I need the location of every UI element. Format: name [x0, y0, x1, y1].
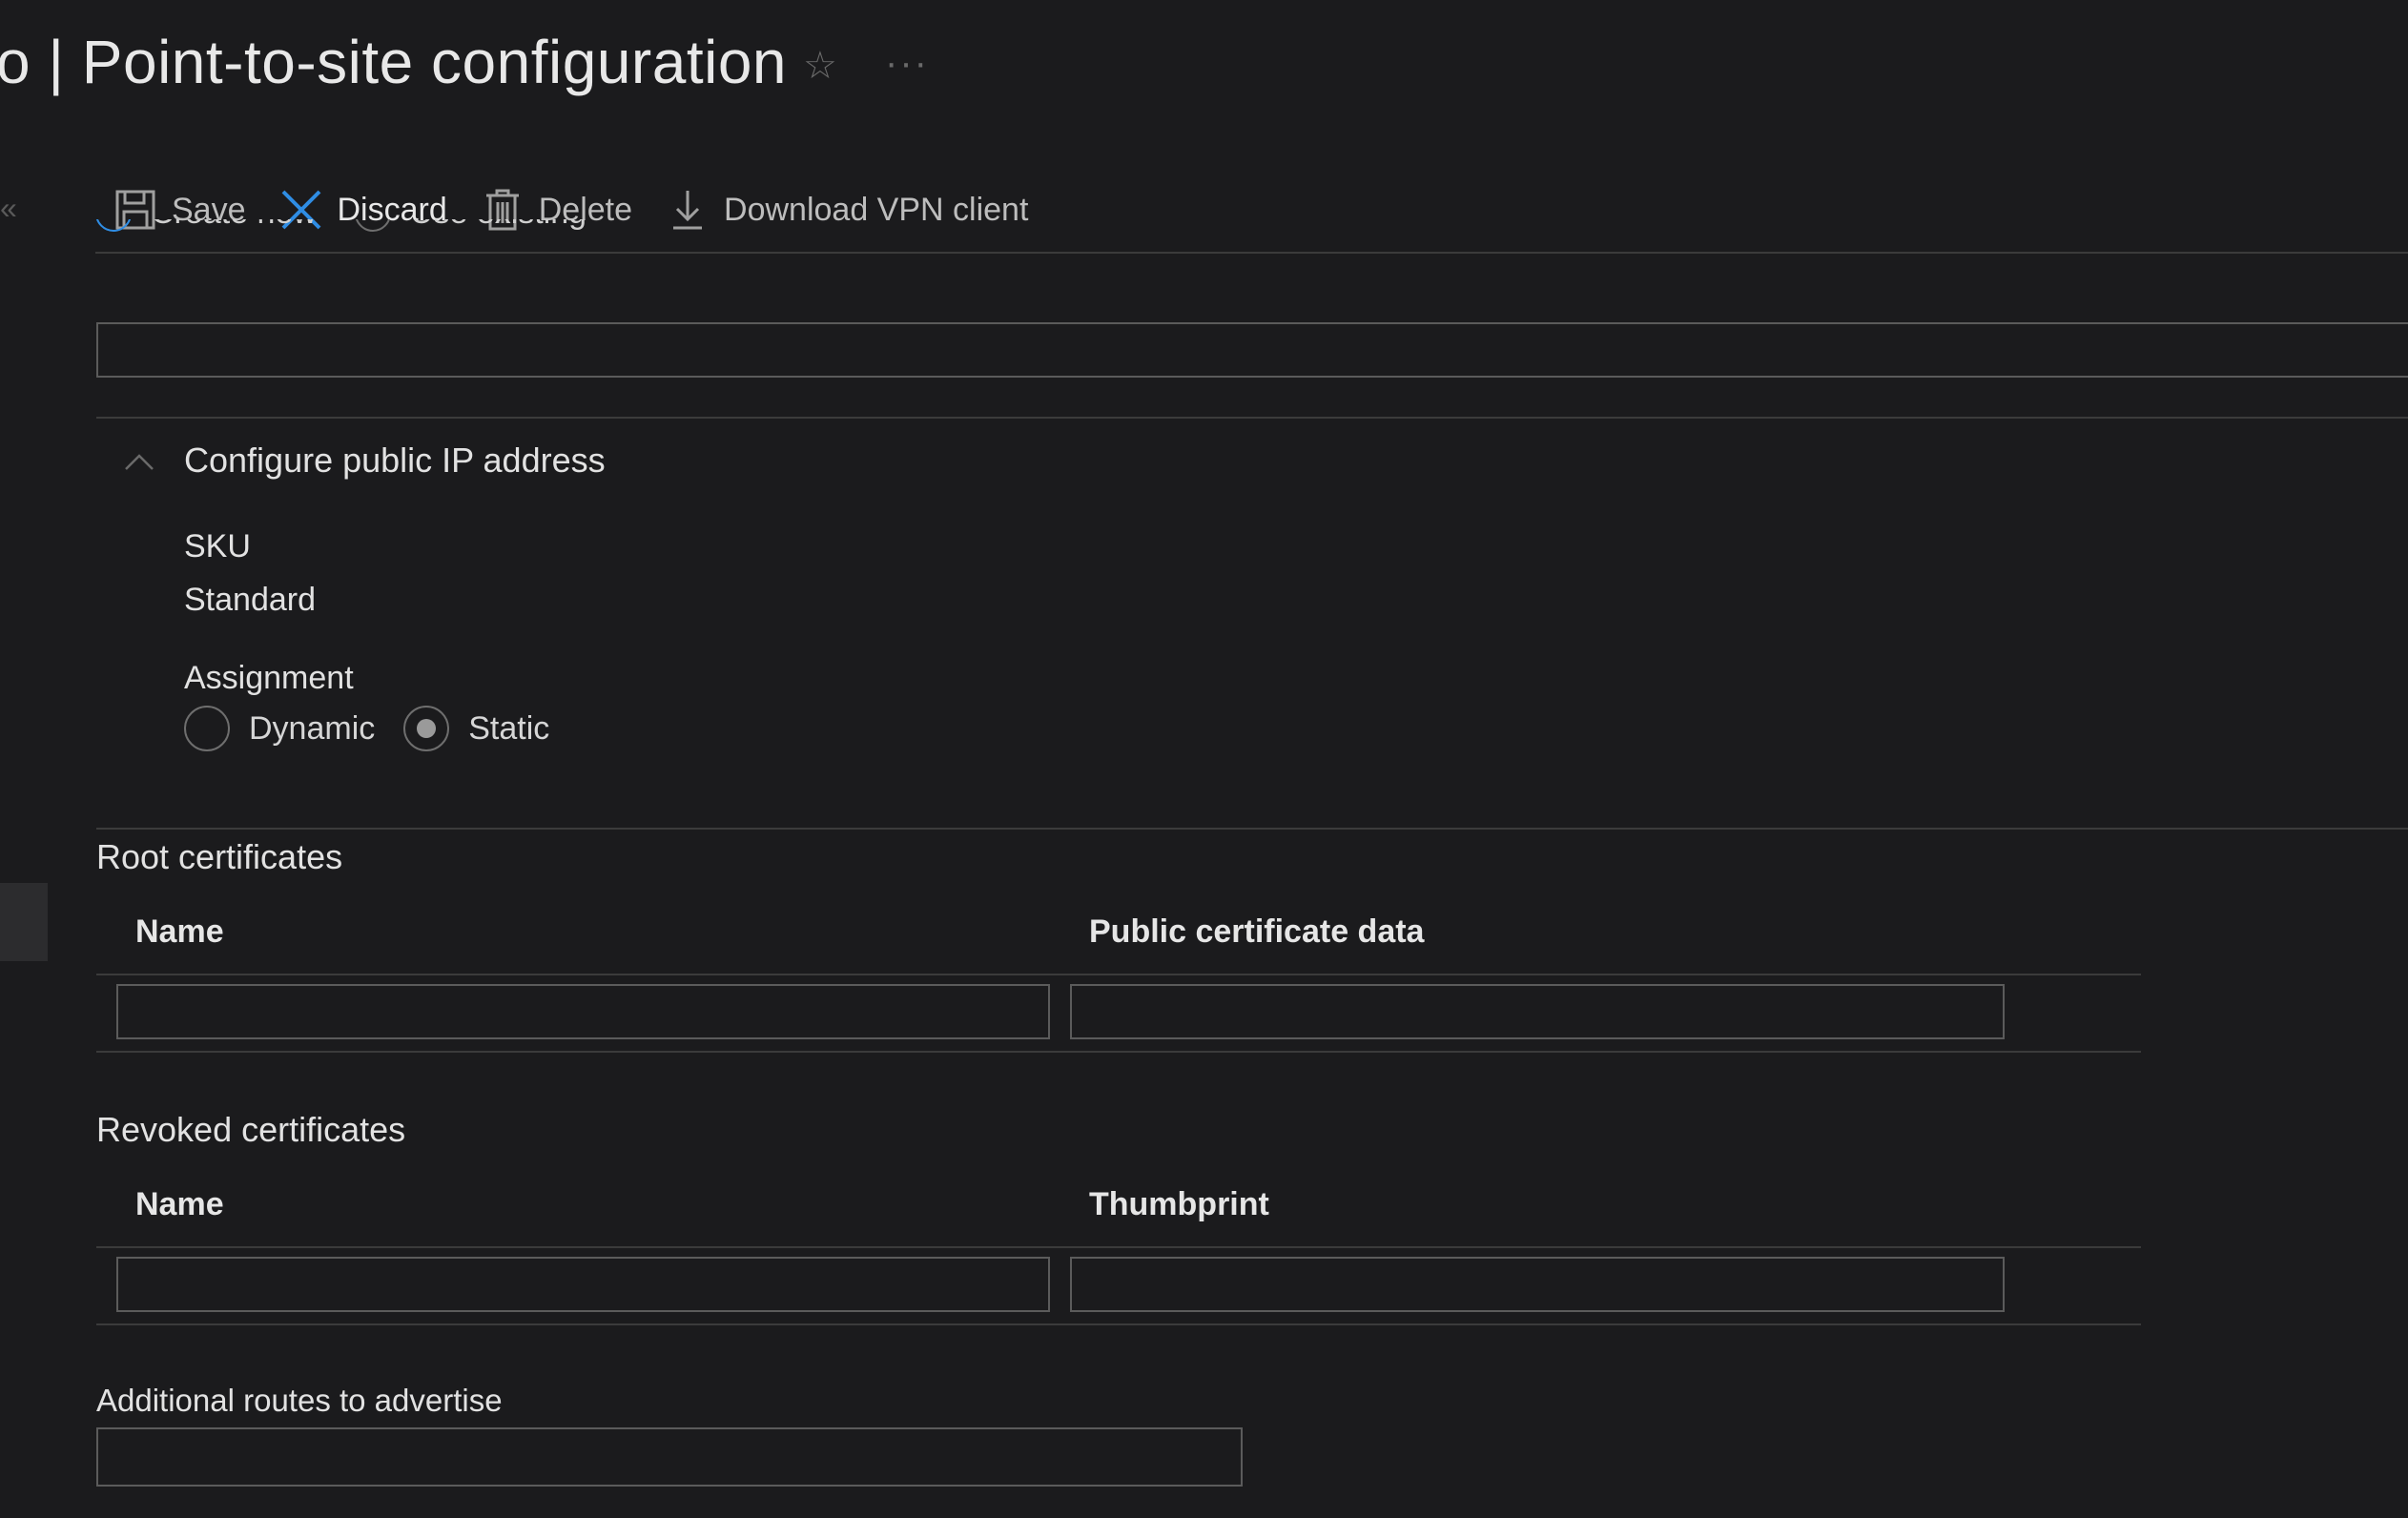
dynamic-label: Dynamic — [249, 709, 376, 747]
use-existing-label: Use existing — [410, 219, 587, 232]
create-new-radio[interactable] — [95, 219, 132, 232]
sku-value: Standard — [184, 582, 316, 618]
static-radio[interactable] — [403, 706, 450, 751]
root-cert-data-header: Public certificate data — [1089, 913, 1425, 950]
assignment-radio-group: Dynamic Static — [184, 706, 578, 751]
table-header-divider — [96, 1246, 2141, 1248]
revoked-cert-name-header: Name — [135, 1186, 224, 1222]
configure-public-ip-heading[interactable]: Configure public IP address — [184, 441, 606, 481]
public-ip-choice: Create new Use existing — [95, 219, 763, 252]
revoked-cert-name-input[interactable] — [116, 1257, 1050, 1312]
sku-label: SKU — [184, 528, 251, 564]
more-options-icon[interactable]: ··· — [885, 42, 929, 85]
assignment-dynamic-option[interactable]: Dynamic — [184, 706, 375, 751]
download-label: Download VPN client — [724, 191, 1029, 228]
root-cert-name-header: Name — [135, 913, 224, 950]
divider — [96, 417, 2408, 419]
root-cert-data-input[interactable] — [1070, 984, 2005, 1039]
create-new-label: Create new — [151, 219, 317, 232]
table-row-divider — [96, 1323, 2141, 1325]
table-header-divider — [96, 974, 2141, 975]
revoked-certificates-title: Revoked certificates — [96, 1110, 406, 1149]
table-row-divider — [96, 1051, 2141, 1053]
assignment-label: Assignment — [184, 660, 354, 696]
page-title: o | Point-to-site configuration — [0, 28, 787, 96]
collapse-sidebar-icon[interactable]: « — [0, 191, 17, 226]
dynamic-radio[interactable] — [184, 706, 230, 751]
additional-routes-input[interactable] — [96, 1427, 1243, 1487]
revoked-cert-thumbprint-header: Thumbprint — [1089, 1186, 1269, 1222]
root-cert-name-input[interactable] — [116, 984, 1050, 1039]
divider — [96, 828, 2408, 830]
revoked-cert-thumbprint-input[interactable] — [1070, 1257, 2005, 1312]
chevron-up-icon[interactable] — [122, 444, 156, 479]
assignment-static-option[interactable]: Static — [403, 706, 549, 751]
star-icon[interactable]: ☆ — [803, 44, 837, 88]
additional-routes-label: Additional routes to advertise — [96, 1383, 503, 1418]
root-certificates-title: Root certificates — [96, 837, 343, 876]
sidebar-selected-indicator — [0, 883, 48, 961]
toolbar-divider — [95, 252, 2408, 254]
use-existing-radio[interactable] — [354, 219, 391, 232]
static-label: Static — [468, 709, 550, 747]
public-ip-name-input[interactable] — [96, 322, 2408, 378]
